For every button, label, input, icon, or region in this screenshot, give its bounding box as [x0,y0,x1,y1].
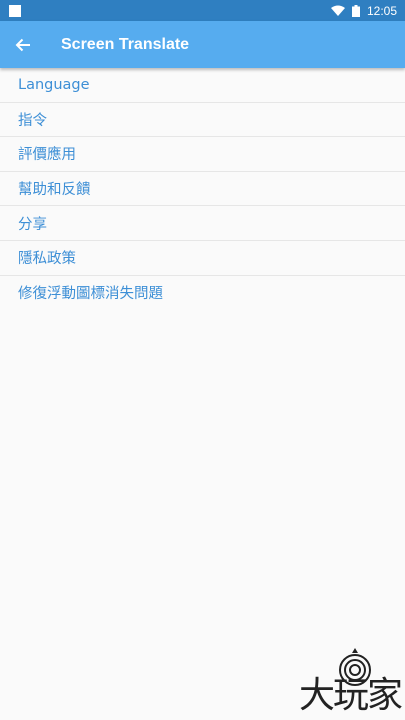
menu-item-label: 評價應用 [18,147,76,164]
status-bar: 12:05 [0,0,405,21]
arrow-back-icon [15,38,30,51]
notification-square-icon [9,4,21,17]
watermark-text: 大玩家 [298,675,403,716]
menu-item-language[interactable]: Language [0,68,405,103]
page-title: Screen Translate [61,35,190,53]
menu-item-label: 幫助和反饋 [18,182,91,199]
battery-icon [351,4,360,17]
menu-item-help-feedback[interactable]: 幫助和反饋 [0,172,405,207]
menu-item-label: 隱私政策 [18,251,76,268]
wifi-icon [330,5,345,16]
back-button[interactable] [0,21,46,68]
settings-menu-list: Language 指令 評價應用 幫助和反饋 分享 隱私政策 修復浮動圖標消失問… [0,68,405,310]
app-bar: Screen Translate [0,21,405,68]
menu-item-instructions[interactable]: 指令 [0,103,405,138]
menu-item-label: 分享 [18,216,47,233]
menu-item-label: Language [18,76,90,93]
menu-item-privacy-policy[interactable]: 隱私政策 [0,241,405,276]
status-time: 12:05 [366,3,397,18]
status-icons: 12:05 [330,3,397,18]
menu-item-label: 修復浮動圖標消失問題 [18,286,163,303]
menu-item-fix-floating-icon[interactable]: 修復浮動圖標消失問題 [0,276,405,311]
menu-item-label: 指令 [18,112,47,129]
menu-item-share[interactable]: 分享 [0,206,405,241]
watermark: 大玩家 [281,646,403,718]
menu-item-rate-app[interactable]: 評價應用 [0,137,405,172]
